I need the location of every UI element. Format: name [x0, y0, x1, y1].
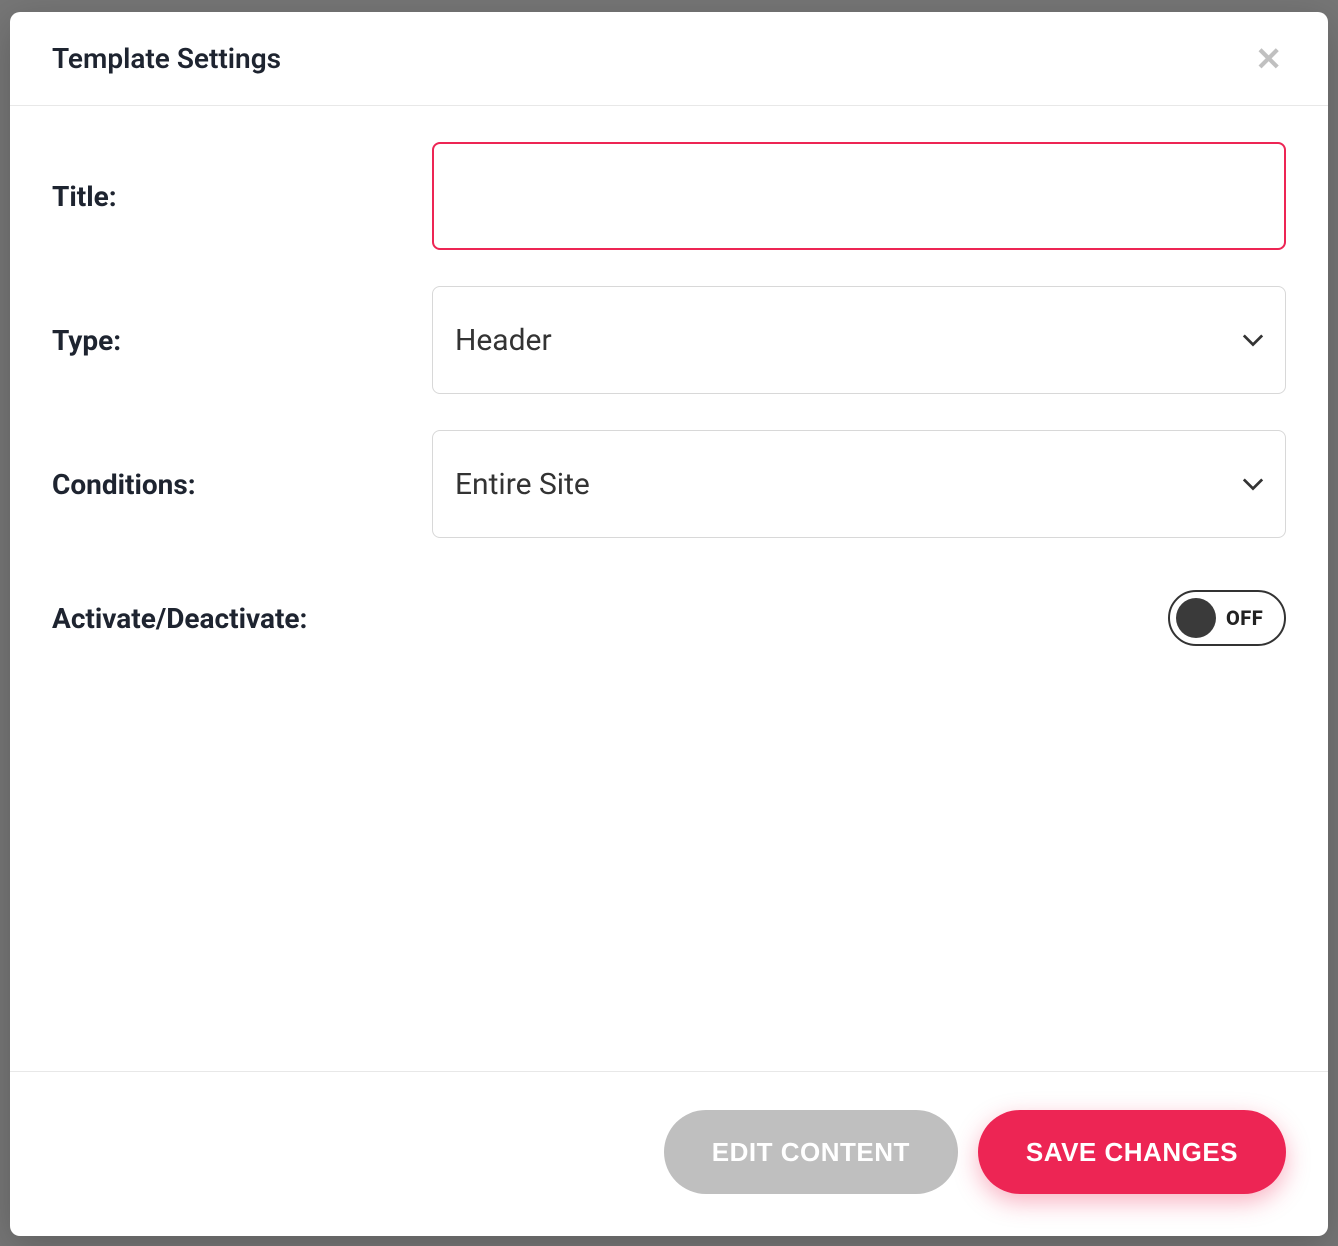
- modal-title: Template Settings: [52, 42, 281, 75]
- conditions-row: Conditions: Entire Site: [52, 430, 1286, 538]
- toggle-knob: [1176, 598, 1216, 638]
- activate-toggle[interactable]: OFF: [1168, 590, 1286, 646]
- type-label: Type:: [52, 324, 432, 357]
- edit-content-button[interactable]: EDIT CONTENT: [664, 1110, 958, 1194]
- title-label: Title:: [52, 180, 432, 213]
- title-row: Title:: [52, 142, 1286, 250]
- template-settings-modal: Template Settings ✕ Title: Type: Header: [10, 12, 1328, 1236]
- modal-body: Title: Type: Header Conditions: [10, 106, 1328, 1071]
- conditions-select-value: Entire Site: [432, 430, 1286, 538]
- modal-footer: EDIT CONTENT SAVE CHANGES: [10, 1071, 1328, 1236]
- activate-label: Activate/Deactivate:: [52, 602, 432, 635]
- type-select[interactable]: Header: [432, 286, 1286, 394]
- conditions-label: Conditions:: [52, 468, 432, 501]
- save-changes-button[interactable]: SAVE CHANGES: [978, 1110, 1286, 1194]
- toggle-state-label: OFF: [1226, 606, 1263, 630]
- activate-row: Activate/Deactivate: OFF: [52, 590, 1286, 646]
- modal-header: Template Settings ✕: [10, 12, 1328, 106]
- type-select-value: Header: [432, 286, 1286, 394]
- conditions-select[interactable]: Entire Site: [432, 430, 1286, 538]
- title-input[interactable]: [432, 142, 1286, 250]
- type-row: Type: Header: [52, 286, 1286, 394]
- close-icon[interactable]: ✕: [1251, 43, 1286, 75]
